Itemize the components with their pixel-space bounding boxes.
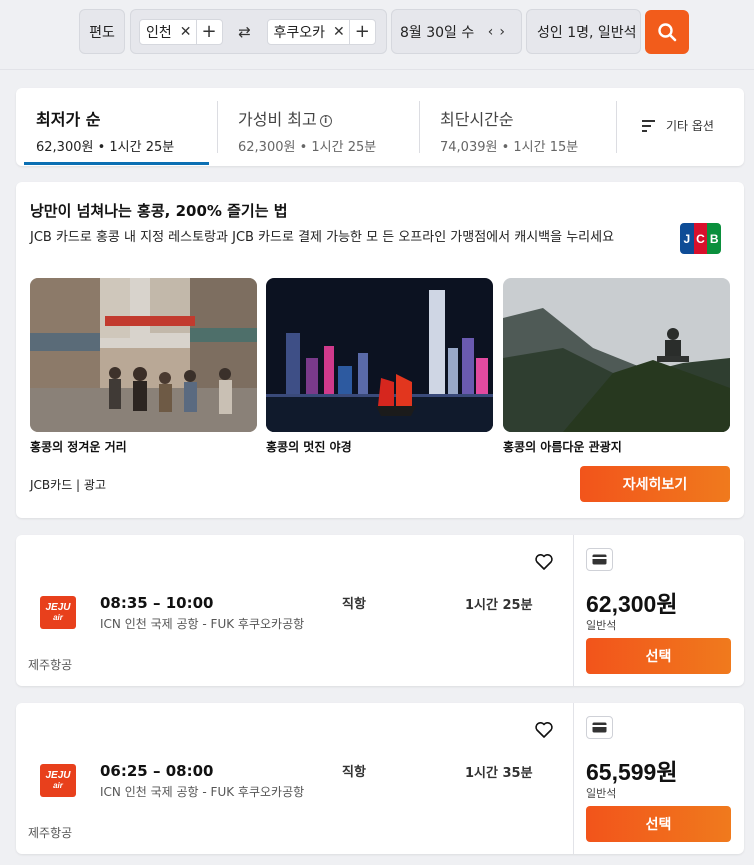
ad-caption: 홍콩의 멋진 야경 [266, 440, 352, 454]
flight-stops: 직항 [342, 597, 366, 612]
ad-description: JCB 카드로 홍콩 내 지정 레스토랑과 JCB 카드로 결제 가능한 모 든… [30, 230, 615, 245]
passenger-label: 성인 1명, 일반석 [537, 24, 637, 41]
active-tab-indicator [24, 162, 209, 165]
remove-destination-icon[interactable]: ✕ [329, 24, 349, 40]
tab-best-value[interactable]: 가성비 최고 i 62,300원 • 1시간 25분 [218, 88, 419, 166]
tab-summary: 74,039원 • 1시간 15분 [440, 140, 579, 155]
airline-logo-text: air [53, 613, 63, 622]
flight-price: 65,599원 [586, 759, 678, 785]
tourist-spot-photo[interactable] [503, 278, 730, 432]
ad-details-button[interactable]: 자세히보기 [580, 466, 730, 502]
airline-name: 제주항공 [28, 826, 73, 840]
add-destination-icon[interactable]: + [348, 19, 375, 44]
flight-route: ICN 인천 국제 공항 - FUK 후쿠오카공항 [100, 617, 305, 631]
search-icon [658, 23, 677, 42]
flight-time: 06:25 – 08:00 [100, 762, 214, 780]
airline-logo-text: air [53, 781, 63, 790]
info-icon[interactable]: i [319, 115, 332, 127]
cabin-class: 일반석 [586, 787, 617, 800]
search-button[interactable] [645, 10, 689, 54]
jcb-logo-b: B [707, 223, 721, 254]
flight-route: ICN 인천 국제 공항 - FUK 후쿠오카공항 [100, 785, 305, 799]
airline-logo-text: JEJU [45, 770, 71, 781]
tab-cheapest[interactable]: 최저가 순 62,300원 • 1시간 25분 [16, 88, 217, 166]
passenger-selector[interactable]: 성인 1명, 일반석 [526, 9, 641, 54]
jcb-logo: J C B [680, 223, 721, 254]
airline-logo: JEJU air [40, 596, 76, 629]
flight-stops: 직항 [342, 765, 366, 780]
airline-name: 제주항공 [28, 658, 73, 672]
payment-card-icon [586, 548, 613, 571]
destination-chip[interactable]: 후쿠오카 ✕ + [266, 18, 376, 45]
prev-date-icon[interactable]: ‹ [488, 24, 500, 40]
flight-result-card[interactable]: JEJU air 08:35 – 10:00 ICN 인천 국제 공항 - FU… [16, 535, 744, 686]
date-nav: ‹› [488, 24, 511, 40]
flight-result-card[interactable]: JEJU air 06:25 – 08:00 ICN 인천 국제 공항 - FU… [16, 703, 744, 854]
ad-banner: 낭만이 넘쳐나는 홍콩, 200% 즐기는 법 JCB 카드로 홍콩 내 지정 … [16, 182, 744, 518]
favorite-heart-icon[interactable] [534, 720, 554, 740]
tab-title: 최저가 순 [36, 110, 101, 129]
tab-divider [616, 101, 617, 153]
card-divider [573, 535, 574, 686]
jcb-logo-c: C [693, 223, 708, 254]
sort-tabs: 최저가 순 62,300원 • 1시간 25분 가성비 최고 i 62,300원 … [16, 88, 744, 166]
flight-price: 62,300원 [586, 591, 678, 617]
route-selector: 인천 ✕ + ⇄ 후쿠오카 ✕ + [130, 9, 387, 54]
cabin-class: 일반석 [586, 619, 617, 632]
origin-label: 인천 [146, 24, 172, 41]
date-label: 8월 30일 수 [400, 24, 475, 41]
trip-type-label: 편도 [89, 24, 115, 41]
airline-logo-text: JEJU [45, 602, 71, 613]
ad-sponsor-label: JCB카드 | 광고 [30, 478, 106, 492]
street-photo[interactable] [30, 278, 257, 432]
tab-summary: 62,300원 • 1시간 25분 [36, 140, 175, 155]
origin-chip[interactable]: 인천 ✕ + [139, 18, 223, 45]
night-skyline-photo[interactable] [266, 278, 493, 432]
flight-duration: 1시간 35분 [465, 766, 533, 781]
favorite-heart-icon[interactable] [534, 552, 554, 572]
tab-title-text: 가성비 최고 [238, 110, 317, 129]
ad-title: 낭만이 넘쳐나는 홍콩, 200% 즐기는 법 [30, 202, 288, 220]
destination-label: 후쿠오카 [273, 24, 326, 41]
swap-route-icon[interactable]: ⇄ [223, 23, 267, 41]
airline-logo: JEJU air [40, 764, 76, 797]
tab-title: 최단시간순 [440, 110, 514, 129]
select-flight-button[interactable]: 선택 [586, 806, 731, 842]
tab-summary: 62,300원 • 1시간 25분 [238, 140, 377, 155]
flight-duration: 1시간 25분 [465, 598, 533, 613]
jcb-logo-j: J [680, 223, 694, 254]
ad-caption: 홍콩의 정겨운 거리 [30, 440, 127, 454]
select-flight-button[interactable]: 선택 [586, 638, 731, 674]
tab-title: 가성비 최고 i [238, 106, 419, 130]
ad-caption: 홍콩의 아름다운 관광지 [503, 440, 622, 454]
sort-lines-icon [642, 119, 655, 132]
date-selector[interactable]: 8월 30일 수 ‹› [391, 9, 522, 54]
add-origin-icon[interactable]: + [195, 19, 222, 44]
next-date-icon[interactable]: › [499, 24, 511, 40]
more-options-label: 기타 옵션 [666, 119, 714, 133]
tab-fastest[interactable]: 최단시간순 74,039원 • 1시간 15분 [420, 88, 616, 166]
trip-type-selector[interactable]: 편도 [79, 9, 125, 54]
flight-time: 08:35 – 10:00 [100, 594, 214, 612]
more-options-button[interactable]: 기타 옵션 [642, 117, 714, 134]
remove-origin-icon[interactable]: ✕ [176, 24, 196, 40]
payment-card-icon [586, 716, 613, 739]
search-bar: 편도 인천 ✕ + ⇄ 후쿠오카 ✕ + 8월 30일 수 ‹› 성인 1명, … [0, 0, 754, 70]
card-divider [573, 703, 574, 854]
